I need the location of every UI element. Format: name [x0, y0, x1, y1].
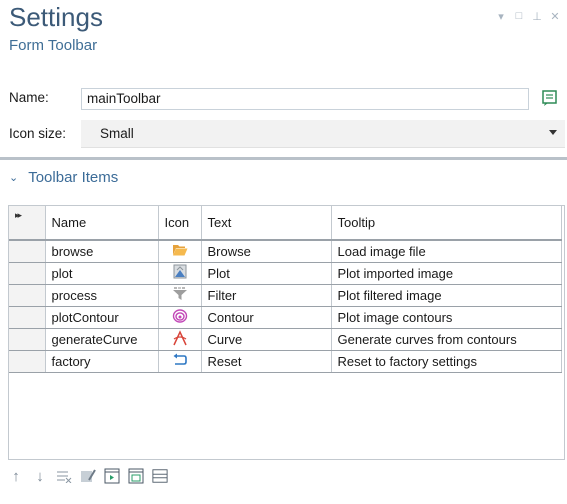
toolbar-items-table: ▸▸ Name Icon Text Tooltip browse Browse … — [8, 205, 565, 460]
edit-text-icon — [542, 90, 557, 106]
row-name[interactable]: factory — [45, 350, 159, 373]
row-name[interactable]: browse — [45, 240, 159, 263]
column-header-icon: Icon — [158, 206, 202, 241]
restore-icon[interactable]: □ — [513, 10, 525, 23]
row-name[interactable]: generateCurve — [45, 328, 159, 351]
icon-size-select[interactable]: Small — [81, 120, 565, 148]
row-icon[interactable] — [158, 262, 202, 285]
chevron-down-icon: ⌄ — [9, 172, 19, 184]
row-header[interactable] — [9, 262, 46, 285]
move-down-icon[interactable]: ↓ — [32, 468, 48, 485]
row-icon[interactable] — [158, 328, 202, 351]
delete-rows-icon[interactable] — [56, 468, 72, 484]
name-action-button[interactable] — [540, 87, 560, 109]
row-name[interactable]: plotContour — [45, 306, 159, 329]
row-tooltip[interactable]: Generate curves from contours — [331, 328, 562, 351]
table-row[interactable]: browse Browse Load image file — [9, 240, 562, 263]
table-row[interactable]: plot Plot Plot imported image — [9, 262, 562, 285]
row-text[interactable]: Curve — [201, 328, 332, 351]
reset-arrow-icon — [173, 353, 187, 365]
layout-icon[interactable] — [152, 468, 168, 484]
row-header[interactable] — [9, 240, 46, 263]
row-tooltip[interactable]: Plot imported image — [331, 262, 562, 285]
row-icon[interactable] — [158, 284, 202, 307]
column-header-text: Text — [201, 206, 332, 241]
folder-open-icon — [172, 244, 187, 256]
row-header[interactable] — [9, 284, 46, 307]
row-header[interactable] — [9, 350, 46, 373]
pin-icon[interactable]: ⊥ — [531, 10, 543, 23]
filter-icon — [172, 286, 187, 300]
move-up-icon[interactable]: ↑ — [8, 468, 24, 485]
row-icon[interactable] — [158, 240, 202, 263]
row-name[interactable]: process — [45, 284, 159, 307]
select-all-rows-icon[interactable]: ▸▸ — [9, 206, 46, 241]
table-header-row: ▸▸ Name Icon Text Tooltip — [9, 206, 562, 241]
row-name[interactable]: plot — [45, 262, 159, 285]
page-subtitle: Form Toolbar — [9, 37, 98, 54]
row-tooltip[interactable]: Reset to factory settings — [331, 350, 562, 373]
column-header-name: Name — [45, 206, 159, 241]
row-text[interactable]: Filter — [201, 284, 332, 307]
table-row[interactable]: generateCurve Curve Generate curves from… — [9, 328, 562, 351]
edit-row-icon[interactable] — [128, 468, 144, 484]
table-row[interactable]: plotContour Contour Plot image contours — [9, 306, 562, 329]
pin-dropdown-icon[interactable]: ▾ — [495, 10, 507, 23]
page-title: Settings — [9, 2, 103, 32]
chevron-down-icon — [549, 130, 557, 135]
plot-image-icon — [173, 264, 186, 278]
row-text[interactable]: Browse — [201, 240, 332, 263]
icon-size-label: Icon size: — [9, 126, 67, 141]
table-row[interactable]: factory Reset Reset to factory settings — [9, 350, 562, 373]
row-text[interactable]: Reset — [201, 350, 332, 373]
row-icon[interactable] — [158, 350, 202, 373]
close-icon[interactable]: ✕ — [549, 10, 561, 23]
name-field[interactable]: mainToolbar — [81, 88, 529, 110]
column-header-tooltip: Tooltip — [331, 206, 562, 241]
row-text[interactable]: Plot — [201, 262, 332, 285]
curve-icon — [172, 329, 187, 345]
row-text[interactable]: Contour — [201, 306, 332, 329]
row-tooltip[interactable]: Plot image contours — [331, 306, 562, 329]
contour-icon — [172, 308, 187, 323]
row-icon[interactable] — [158, 306, 202, 329]
window-controls: ▾ □ ⊥ ✕ — [495, 10, 561, 23]
row-tooltip[interactable]: Load image file — [331, 240, 562, 263]
row-tooltip[interactable]: Plot filtered image — [331, 284, 562, 307]
clear-icon[interactable] — [80, 468, 96, 484]
row-header[interactable] — [9, 328, 46, 351]
table-toolbar: ↑ ↓ — [8, 468, 168, 485]
icon-size-value: Small — [100, 126, 134, 141]
row-header[interactable] — [9, 306, 46, 329]
toolbar-items-section[interactable]: ⌄ Toolbar Items — [9, 169, 118, 186]
add-row-icon[interactable] — [104, 468, 120, 484]
table-row[interactable]: process Filter Plot filtered image — [9, 284, 562, 307]
divider — [0, 157, 567, 160]
name-label: Name: — [9, 90, 49, 105]
section-label: Toolbar Items — [28, 169, 119, 186]
